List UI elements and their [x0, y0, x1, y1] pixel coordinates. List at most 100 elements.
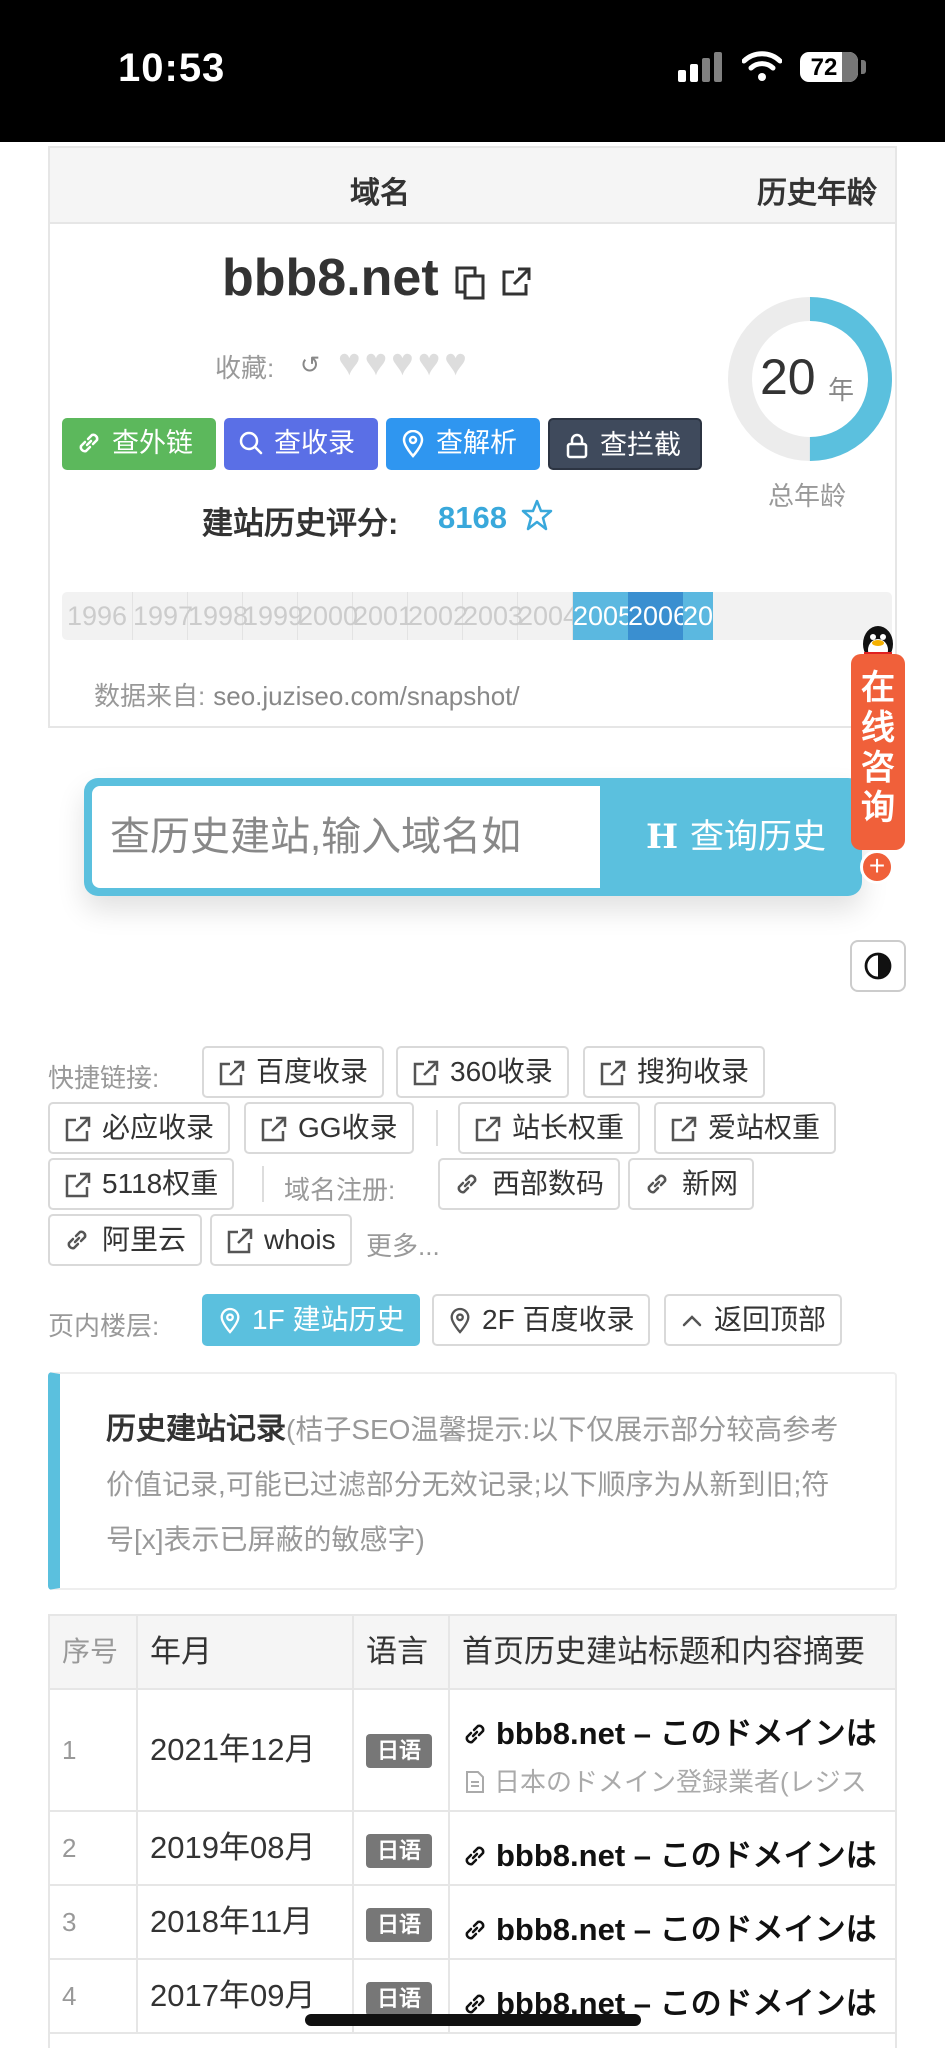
year-20[interactable]: 20: [683, 592, 713, 640]
external-link-icon: [671, 1116, 697, 1142]
year-1998[interactable]: 1998: [188, 592, 248, 640]
expand-plus-icon[interactable]: +: [860, 850, 894, 884]
record-summary: 日本のドメイン登録業者(レジス: [464, 1762, 867, 1799]
year-2000[interactable]: 2000: [298, 592, 358, 640]
theme-toggle-icon[interactable]: [850, 940, 906, 992]
home-indicator: [305, 2014, 641, 2026]
favorite-rating[interactable]: ♥ ♥ ♥ ♥ ♥: [338, 344, 471, 382]
year-timeline: 1996 1997 1998 1999 2000 2001 2002 2003 2004 2005…: [62, 592, 892, 640]
year-2004[interactable]: 2004: [518, 592, 578, 640]
external-link-icon: [65, 1116, 91, 1142]
h-glyph-icon: H: [646, 817, 679, 857]
table-row: [50, 2032, 895, 2048]
th-title: 首页历史建站标题和内容摘要: [462, 1634, 865, 1669]
battery-level: 72: [810, 54, 838, 81]
record-title-link[interactable]: bbb8.net – このドメインは: [462, 1904, 877, 1949]
location-icon: [450, 1307, 470, 1334]
domain-search-input[interactable]: [92, 786, 600, 888]
history-table: 序号 年月 语言 首页历史建站标题和内容摘要 1 2021年12月 日语 bbb…: [48, 1614, 897, 2048]
lang-badge: 日语: [366, 1734, 432, 1768]
check-dns-button[interactable]: 查解析: [386, 418, 540, 470]
table-header: 序号 年月 语言 首页历史建站标题和内容摘要: [50, 1614, 895, 1688]
source-label: 数据来自:: [94, 681, 206, 711]
link-bing-index[interactable]: 必应收录: [48, 1102, 231, 1154]
link-icon: [465, 1724, 485, 1744]
link-xinnet[interactable]: 新网: [628, 1158, 755, 1210]
link-whois[interactable]: whois: [210, 1214, 352, 1266]
year-2006[interactable]: 2006: [628, 592, 688, 640]
link-sogou-index[interactable]: 搜狗收录: [583, 1046, 766, 1098]
external-link-icon: [600, 1060, 626, 1086]
consult-text: 在线咨询: [851, 654, 905, 850]
check-backlinks-button[interactable]: 查外链: [62, 418, 216, 470]
chevron-up-icon: [682, 1315, 702, 1327]
th-index: 序号: [50, 1616, 138, 1688]
lang-badge: 日语: [366, 1834, 432, 1868]
cellular-signal-icon: [678, 52, 726, 82]
battery-tip: [861, 60, 866, 74]
heart-icon[interactable]: ♥: [418, 344, 441, 382]
history-search-box: H 查询历史: [84, 778, 862, 896]
link-chinaz-weight[interactable]: 站长权重: [458, 1102, 641, 1154]
search-icon: [239, 431, 263, 455]
header-domain: 域名: [350, 177, 410, 210]
th-date: 年月: [138, 1616, 354, 1688]
table-row: 2 2019年08月 日语 bbb8.net – このドメインは: [50, 1810, 895, 1884]
quick-links-label: 快捷链接:: [48, 1063, 160, 1093]
register-label: 域名注册:: [284, 1175, 396, 1205]
link-aliyun[interactable]: 阿里云: [48, 1214, 203, 1266]
back-to-top-button[interactable]: 返回顶部: [664, 1294, 843, 1346]
link-aizhan-weight[interactable]: 爱站权重: [654, 1102, 837, 1154]
link-google-index[interactable]: GG收录: [244, 1102, 414, 1154]
copy-icon[interactable]: [455, 266, 485, 300]
location-icon: [220, 1307, 240, 1334]
online-consult-widget[interactable]: 在线咨询 +: [848, 620, 908, 884]
wifi-icon: [742, 51, 782, 81]
more-links[interactable]: 更多...: [366, 1226, 440, 1263]
source-url[interactable]: seo.juziseo.com/snapshot/: [213, 681, 519, 711]
favorite-label: 收藏:: [215, 353, 275, 383]
year-2005[interactable]: 2005: [573, 592, 633, 640]
status-time: 10:53: [118, 46, 226, 90]
table-row: 3 2018年11月 日语 bbb8.net – このドメインは: [50, 1884, 895, 1958]
domain-name: bbb8.net: [222, 249, 439, 307]
heart-icon[interactable]: ♥: [391, 344, 414, 382]
year-2001[interactable]: 2001: [353, 592, 413, 640]
history-notice: 历史建站记录(桔子SEO温馨提示:以下仅展示部分较高参考价值记录,可能已过滤部分…: [48, 1372, 897, 1590]
link-icon: [647, 1174, 667, 1194]
record-title-link[interactable]: bbb8.net – このドメインは: [462, 1830, 877, 1875]
panel-header: 域名 历史年龄: [50, 148, 895, 224]
score-value: 8168: [438, 500, 507, 535]
heart-icon[interactable]: ♥: [365, 344, 388, 382]
age-label: 总年龄: [768, 481, 847, 511]
external-link-icon: [475, 1116, 501, 1142]
link-west-digital[interactable]: 西部数码: [438, 1158, 621, 1210]
year-1997[interactable]: 1997: [133, 592, 193, 640]
check-block-button[interactable]: 查拦截: [548, 418, 702, 470]
lang-badge: 日语: [366, 1982, 432, 2016]
undo-icon[interactable]: ↺: [300, 351, 320, 380]
data-source: 数据来自: seo.juziseo.com/snapshot/: [94, 676, 520, 713]
year-1996[interactable]: 1996: [62, 592, 133, 640]
year-1999[interactable]: 1999: [243, 592, 303, 640]
year-2003[interactable]: 2003: [463, 592, 523, 640]
lang-badge: 日语: [366, 1908, 432, 1942]
check-index-button[interactable]: 查收录: [224, 418, 378, 470]
link-5118-weight[interactable]: 5118权重: [48, 1158, 235, 1210]
star-icon[interactable]: [520, 498, 554, 532]
heart-icon[interactable]: ♥: [338, 344, 361, 382]
domain-panel: 域名 历史年龄 bbb8.net 收藏: ↺ ♥ ♥ ♥ ♥ ♥ 查外链 查收录 查解析…: [48, 146, 897, 728]
floor-1f-history[interactable]: 1F 建站历史: [202, 1294, 421, 1346]
year-2002[interactable]: 2002: [408, 592, 468, 640]
record-title-link[interactable]: bbb8.net – このドメインは: [462, 1708, 877, 1753]
search-history-button[interactable]: H 查询历史: [600, 786, 854, 888]
link-baidu-index[interactable]: 百度收录: [202, 1046, 385, 1098]
floor-2f-baidu[interactable]: 2F 百度收录: [432, 1294, 651, 1346]
heart-icon[interactable]: ♥: [444, 344, 467, 382]
document-icon: [466, 1771, 484, 1793]
header-age: 历史年龄: [757, 177, 877, 210]
external-link-icon[interactable]: [500, 266, 532, 298]
link-360-index[interactable]: 360收录: [396, 1046, 569, 1098]
notice-title: 历史建站记录: [106, 1413, 286, 1446]
external-link-icon: [413, 1060, 439, 1086]
